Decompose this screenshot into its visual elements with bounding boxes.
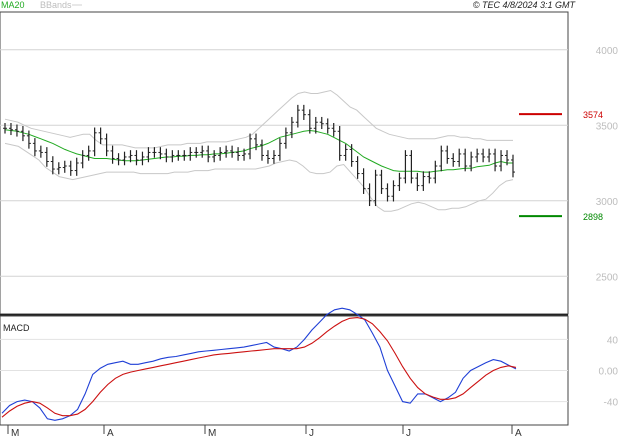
macd-line [1,307,517,421]
price-y-tick-label: 4000 [596,46,619,57]
stock-chart: 3574 2898 4000 3500 3000 2500 40 0.00 -40 M A M J… [0,0,619,439]
macd-y-ticks: 40 0.00 -40 [599,335,619,408]
month-label: J [309,428,314,439]
price-gridlines [0,49,568,277]
month-label: M [11,428,19,439]
macd-y-tick-label: 0.00 [599,367,619,378]
signal-line [1,317,517,418]
price-y-tick-label: 3500 [596,121,619,132]
macd-y-tick-label: -40 [604,398,619,409]
price-panel-frame [0,11,569,315]
legend-ma20: MA20 [1,0,25,10]
price-levels: 3574 2898 [519,110,603,222]
resistance-label: 3574 [583,110,603,120]
month-label: J [406,428,411,439]
bollinger-bands [4,89,514,212]
month-label: A [107,428,114,439]
price-y-ticks: 4000 3500 3000 2500 [596,46,619,284]
month-label: A [515,428,522,439]
price-y-tick-label: 3000 [596,197,619,208]
price-y-tick-label: 2500 [596,272,619,283]
upper-band-line [4,89,513,149]
legend-bbands: BBands [40,0,72,10]
macd-panel-title: MACD [3,323,30,333]
month-ticks: MAMJJA [7,425,522,439]
copyright-label: © TEC 4/8/2024 3:1 GMT [473,0,577,10]
macd-lines [1,307,517,421]
price-bars [3,104,515,207]
support-label: 2898 [583,212,603,222]
month-label: M [208,428,216,439]
macd-y-tick-label: 40 [607,335,619,346]
